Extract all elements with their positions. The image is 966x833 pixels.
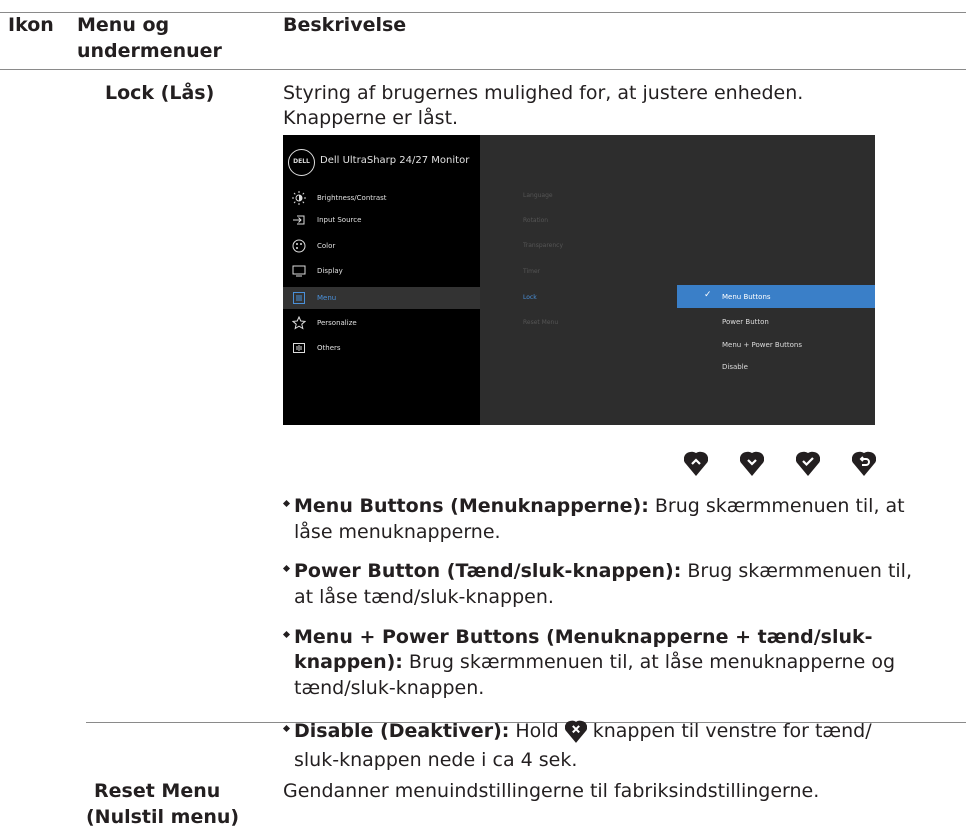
- osd-item-label: Brightness/Contrast: [317, 194, 387, 202]
- bullet-dot: [282, 724, 291, 733]
- bullet-term: Disable (Deaktiver):: [294, 720, 510, 742]
- input-source-icon: [293, 215, 305, 225]
- others-icon: [293, 343, 305, 353]
- dell-logo: DELL: [288, 149, 315, 176]
- back-icon: [852, 451, 876, 476]
- osd-sub-rotation[interactable]: Rotation: [523, 217, 548, 224]
- close-icon: [564, 720, 587, 743]
- reset-menu-desc: Gendanner menuindstillingerne til fabrik…: [283, 780, 820, 802]
- osd-option-menu-buttons[interactable]: ✓ Menu Buttons: [677, 285, 875, 308]
- bullet-text: Brug skærmmenuen til, at: [648, 495, 905, 517]
- osd-title: Dell UltraSharp 24/27 Monitor: [320, 155, 470, 166]
- osd-option-power-button[interactable]: Power Button: [677, 310, 875, 333]
- brightness-icon: [292, 191, 306, 205]
- osd-screenshot: DELL Dell UltraSharp 24/27 Monitor Brigh…: [283, 135, 875, 425]
- star-icon: [292, 316, 306, 330]
- bullet-text: Brug skærmmenuen til, at låse menuknappe…: [402, 651, 895, 673]
- header-menu-col-line2: undermenuer: [77, 40, 222, 62]
- osd-item-brightness[interactable]: Brightness/Contrast: [283, 187, 480, 209]
- chevron-up-icon: [684, 451, 708, 476]
- osd-option-disable[interactable]: Disable: [677, 355, 875, 378]
- osd-option-menu-power-buttons[interactable]: Menu + Power Buttons: [677, 333, 875, 356]
- bullet-menu-power-buttons-line2: knappen): Brug skærmmenuen til, at låse …: [294, 650, 895, 675]
- bullet-menu-buttons-line2: låse menuknapperne.: [294, 521, 501, 543]
- bullet-menu-power-buttons: Menu + Power Buttons (Menuknapperne + tæ…: [282, 625, 873, 650]
- osd-item-label: Menu: [317, 294, 337, 302]
- osd-item-label: Personalize: [317, 319, 357, 327]
- header-description-col: Beskrivelse: [283, 14, 407, 36]
- bullet-dot: [282, 564, 291, 573]
- osd-item-label: Others: [317, 344, 341, 352]
- bullet-text: Brug skærmmenuen til,: [681, 560, 912, 582]
- bullet-term: Menu Buttons (Menuknapperne):: [294, 495, 649, 517]
- bullet-menu-buttons: Menu Buttons (Menuknapperne): Brug skærm…: [282, 494, 905, 519]
- osd-sub-lock[interactable]: Lock: [523, 294, 537, 301]
- header-divider: [0, 69, 966, 70]
- osd-option-label: Disable: [722, 363, 748, 371]
- header-menu-col-line1: Menu og: [77, 14, 170, 36]
- check-icon: ✓: [704, 290, 712, 300]
- osd-item-color[interactable]: Color: [283, 235, 480, 257]
- osd-item-label: Display: [317, 267, 343, 275]
- osd-sub-language[interactable]: Language: [523, 192, 553, 199]
- bullet-menu-power-buttons-line3: tænd/sluk-knappen.: [294, 677, 485, 699]
- lock-desc-line1: Styring af brugernes mulighed for, at ju…: [283, 82, 804, 104]
- bullet-disable: Disable (Deaktiver): Hold knappen til ve…: [282, 718, 872, 744]
- osd-item-menu[interactable]: Menu: [283, 287, 480, 309]
- osd-sub-reset-menu[interactable]: Reset Menu: [523, 319, 558, 326]
- osd-option-label: Menu + Power Buttons: [722, 341, 803, 349]
- osd-item-personalize[interactable]: Personalize: [283, 312, 480, 334]
- lock-label: Lock (Lås): [105, 82, 215, 104]
- bullet-text: Hold: [509, 720, 565, 742]
- bullet-dot: [282, 630, 291, 639]
- bullet-term: knappen):: [294, 651, 403, 673]
- bullet-term: Power Button (Tænd/sluk-knappen):: [294, 560, 682, 582]
- bullet-dot: [282, 499, 291, 508]
- check-icon: [796, 451, 820, 476]
- osd-sub-transparency[interactable]: Transparency: [523, 242, 563, 249]
- osd-item-others[interactable]: Others: [283, 337, 480, 359]
- lock-desc-line2: Knapperne er låst.: [283, 107, 459, 129]
- bullet-power-button-line2: at låse tænd/sluk-knappen.: [294, 586, 554, 608]
- osd-item-label: Input Source: [317, 216, 362, 224]
- header-icon-col: Ikon: [8, 14, 54, 36]
- osd-item-label: Color: [317, 242, 336, 250]
- reset-menu-label-line1: Reset Menu: [94, 780, 221, 802]
- bullet-disable-line2: sluk-knappen nede i ca 4 sek.: [294, 749, 578, 771]
- osd-item-input-source[interactable]: Input Source: [283, 209, 480, 231]
- bullet-term: Menu + Power Buttons (Menuknapperne + tæ…: [294, 626, 873, 648]
- osd-option-label: Menu Buttons: [722, 293, 771, 301]
- osd-option-label: Power Button: [722, 318, 769, 326]
- osd-item-display[interactable]: Display: [283, 260, 480, 282]
- chevron-down-icon: [740, 451, 764, 476]
- bullet-text: knappen til venstre for tænd/: [586, 720, 872, 742]
- color-icon: [292, 239, 306, 253]
- reset-menu-label-line2: (Nulstil menu): [86, 806, 240, 828]
- display-icon: [292, 265, 306, 277]
- menu-icon: [293, 292, 305, 304]
- bullet-power-button: Power Button (Tænd/sluk-knappen): Brug s…: [282, 559, 912, 584]
- osd-main-menu: DELL Dell UltraSharp 24/27 Monitor Brigh…: [283, 135, 480, 425]
- osd-sub-timer[interactable]: Timer: [523, 268, 540, 275]
